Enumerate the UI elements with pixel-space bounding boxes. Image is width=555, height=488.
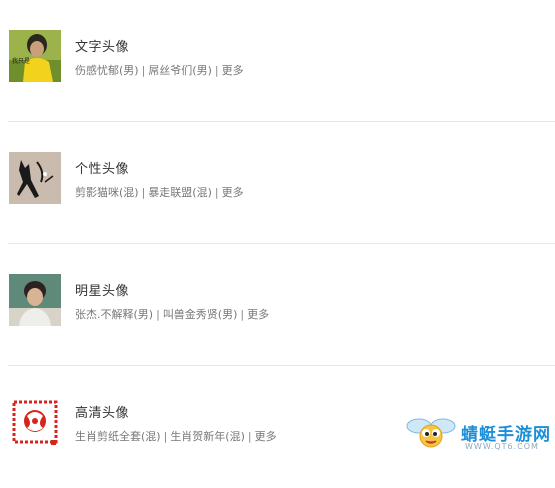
- category-link[interactable]: 张杰.不解释(男): [75, 308, 153, 321]
- watermark-url: WWW.QT6.COM: [465, 442, 539, 451]
- category-links: 伤感忧郁(男) | 屌丝爷们(男) | 更多: [75, 62, 244, 78]
- separator: |: [156, 308, 160, 321]
- more-link[interactable]: 更多: [222, 64, 244, 77]
- star-portrait-image[interactable]: [9, 274, 61, 326]
- category-link[interactable]: 叫兽金秀贤(男): [163, 308, 238, 321]
- boy-yellow-shirt-image[interactable]: 我只是: [9, 30, 61, 82]
- separator: |: [141, 64, 146, 77]
- separator: |: [141, 186, 146, 199]
- category-title[interactable]: 文字头像: [75, 36, 129, 55]
- category-link[interactable]: 屌丝爷们(男): [148, 64, 212, 77]
- dragonfly-mascot-icon: [405, 414, 457, 458]
- more-link[interactable]: 更多: [222, 186, 244, 199]
- category-link[interactable]: 伤感忧郁(男): [75, 64, 139, 77]
- svg-text:我只是: 我只是: [12, 57, 30, 65]
- papercut-zodiac-image[interactable]: [9, 396, 61, 448]
- separator: |: [247, 430, 252, 443]
- cat-silhouette-image[interactable]: [9, 152, 61, 204]
- separator: |: [214, 64, 219, 77]
- separator: |: [240, 308, 245, 321]
- category-item: 我只是 文字头像 伤感忧郁(男) | 屌丝爷们(男) | 更多: [0, 0, 555, 122]
- more-link[interactable]: 更多: [255, 430, 277, 443]
- category-links: 生肖剪纸全套(混) | 生肖贺新年(混) | 更多: [75, 428, 277, 444]
- category-links: 张杰.不解释(男) | 叫兽金秀贤(男) | 更多: [75, 306, 269, 322]
- category-link[interactable]: 生肖剪纸全套(混): [75, 430, 161, 443]
- category-link[interactable]: 暴走联盟(混): [148, 186, 212, 199]
- category-item: 个性头像 剪影猫咪(混) | 暴走联盟(混) | 更多: [0, 122, 555, 244]
- category-title[interactable]: 明星头像: [75, 280, 129, 299]
- more-link[interactable]: 更多: [247, 308, 269, 321]
- category-title[interactable]: 个性头像: [75, 158, 129, 177]
- category-title[interactable]: 高清头像: [75, 402, 129, 421]
- site-watermark: 蜻蜓手游网 WWW.QT6.COM: [405, 412, 555, 454]
- separator: |: [163, 430, 168, 443]
- separator: |: [214, 186, 219, 199]
- category-links: 剪影猫咪(混) | 暴走联盟(混) | 更多: [75, 184, 244, 200]
- category-link[interactable]: 生肖贺新年(混): [170, 430, 245, 443]
- category-link[interactable]: 剪影猫咪(混): [75, 186, 139, 199]
- category-item: 明星头像 张杰.不解释(男) | 叫兽金秀贤(男) | 更多: [0, 244, 555, 366]
